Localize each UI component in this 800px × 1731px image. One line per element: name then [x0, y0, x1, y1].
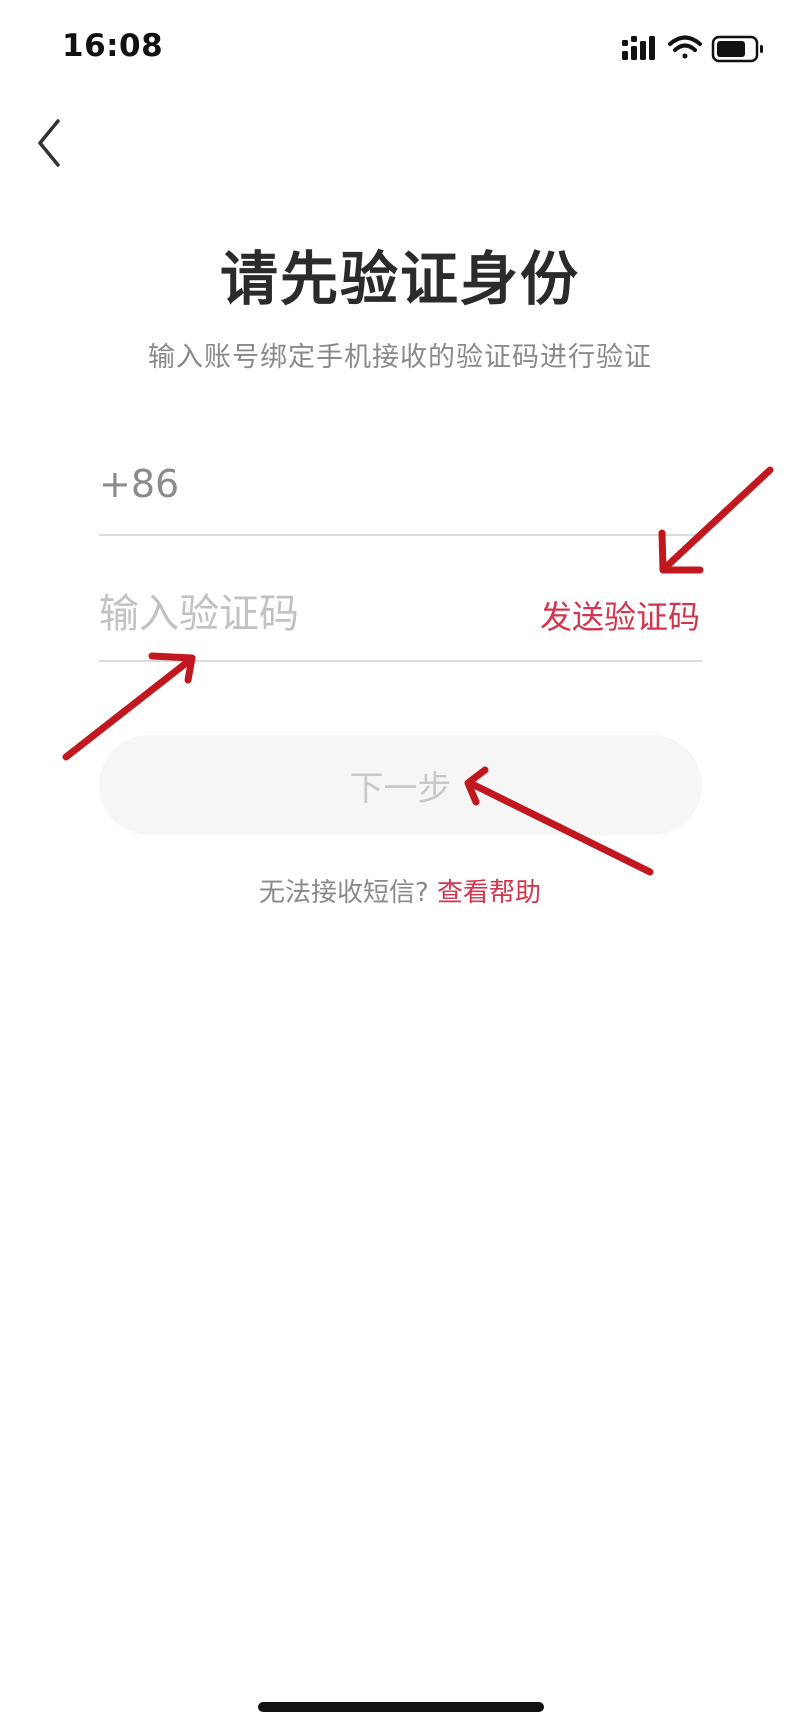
page-subtitle: 输入账号绑定手机接收的验证码进行验证 [148, 342, 652, 373]
page-title: 请先验证身份 [219, 245, 580, 313]
status-icons [622, 35, 763, 63]
home-indicator [258, 1702, 544, 1712]
verification-code-input[interactable] [99, 586, 499, 642]
help-line: 无法接收短信? 查看帮助 [0, 872, 800, 909]
wifi-icon [668, 35, 702, 59]
phone-field[interactable]: +86 [99, 456, 702, 536]
send-code-button[interactable]: 发送验证码 [540, 592, 700, 638]
signal-icon [622, 36, 655, 60]
view-help-link[interactable]: 查看帮助 [437, 878, 541, 908]
chevron-left-icon [38, 119, 60, 167]
battery-icon [711, 35, 763, 63]
code-field-row: 发送验证码 [99, 582, 702, 662]
back-button[interactable] [30, 115, 74, 171]
status-time: 16:08 [62, 28, 164, 64]
phone-prefix: +86 [99, 462, 180, 506]
next-step-button[interactable]: 下一步 [99, 735, 702, 835]
help-text: 无法接收短信? [258, 878, 429, 908]
